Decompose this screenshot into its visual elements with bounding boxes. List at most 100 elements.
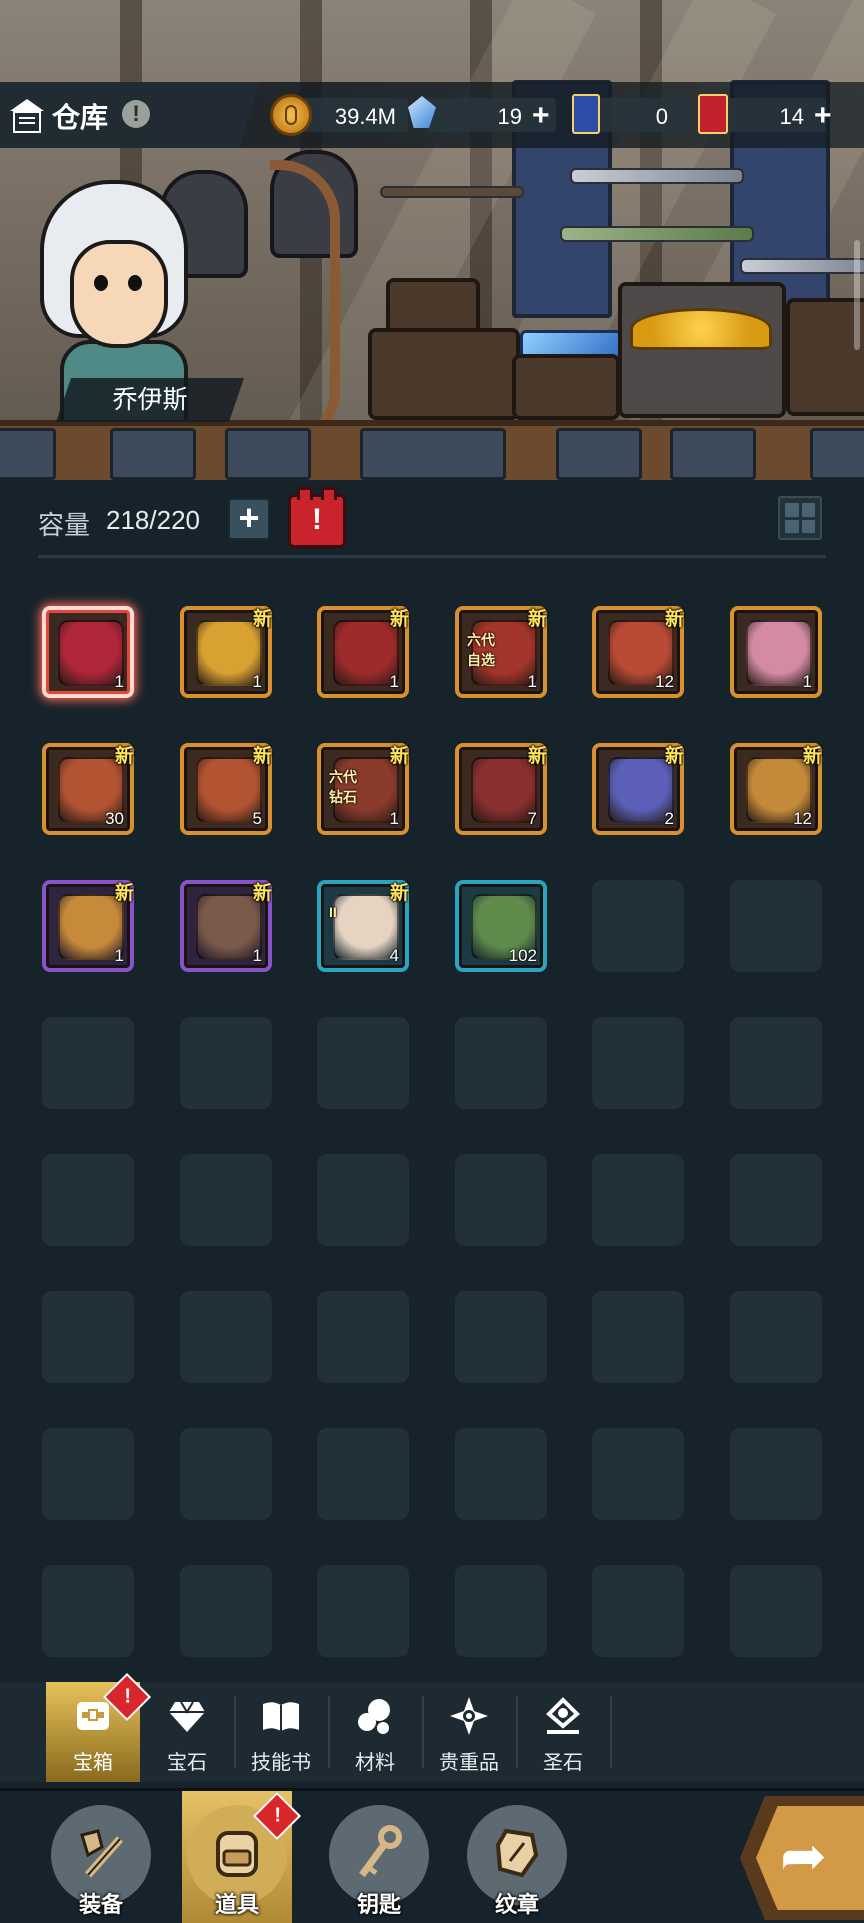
- tab-valuables[interactable]: 贵重品: [422, 1682, 516, 1782]
- inventory-item[interactable]: 新5: [180, 743, 272, 835]
- nav-emblems[interactable]: 纹章: [462, 1791, 572, 1923]
- item-count: 102: [508, 946, 537, 965]
- category-tabs: 宝箱 ! 宝石 技能书 材料 贵重品 圣石: [0, 1672, 864, 1782]
- item-count: 1: [114, 672, 124, 691]
- add-red-card-button[interactable]: +: [814, 99, 832, 133]
- tab-chest[interactable]: 宝箱 !: [46, 1672, 152, 1782]
- nav-label: 道具: [214, 1892, 259, 1917]
- shelf-block: [556, 428, 642, 480]
- emblem-icon: [495, 1828, 539, 1878]
- inventory-item[interactable]: 新7: [455, 743, 547, 835]
- new-item-badge: 新: [389, 609, 409, 630]
- shelf-block: [810, 428, 864, 480]
- go-forward-button[interactable]: ➦: [740, 1796, 864, 1920]
- empty-slot: [317, 1565, 409, 1657]
- inventory-item[interactable]: 1: [730, 606, 822, 698]
- empty-slot: [42, 1428, 134, 1520]
- red-card-resource: 14 +: [698, 94, 848, 136]
- nav-label: 钥匙: [356, 1892, 401, 1917]
- tab-skill-books[interactable]: 技能书: [234, 1682, 328, 1782]
- inventory-item[interactable]: 1: [42, 606, 134, 698]
- empty-slot: [730, 1565, 822, 1657]
- inventory-item[interactable]: 新2: [592, 743, 684, 835]
- blue-card-resource: 0: [572, 94, 690, 136]
- tab-label: 圣石: [543, 1752, 583, 1774]
- key-icon: [359, 1825, 402, 1878]
- item-count: 30: [105, 809, 124, 828]
- tab-label: 宝石: [167, 1752, 207, 1774]
- empty-slot: [730, 1428, 822, 1520]
- item-count: 2: [664, 809, 674, 828]
- item-count: 1: [802, 672, 812, 691]
- empty-slot: [592, 880, 684, 972]
- empty-slot: [42, 1017, 134, 1109]
- nav-label: 纹章: [494, 1892, 539, 1917]
- inventory-item[interactable]: 新 12: [592, 606, 684, 698]
- capacity-value: 218/220: [106, 505, 200, 535]
- empty-slot: [180, 1291, 272, 1383]
- empty-slot: [180, 1565, 272, 1657]
- inventory-item[interactable]: 102: [455, 880, 547, 972]
- item-count: 12: [793, 809, 812, 828]
- item-count: 1: [114, 946, 124, 965]
- new-item-badge: 新: [252, 609, 272, 630]
- new-item-badge: 新: [527, 746, 547, 767]
- empty-slot: [455, 1017, 547, 1109]
- empty-slot: [730, 1291, 822, 1383]
- capacity-warning-icon[interactable]: !: [288, 487, 346, 548]
- empty-slot: [455, 1154, 547, 1246]
- item-count: 5: [252, 809, 262, 828]
- bottom-nav: 装备 道具 ! 钥匙 纹章: [0, 1788, 864, 1923]
- info-alert-icon[interactable]: !: [122, 100, 150, 128]
- new-item-badge: 新: [527, 609, 547, 630]
- hero-name-label[interactable]: 乔伊斯: [56, 378, 244, 422]
- red-card-icon: [698, 94, 728, 134]
- sword-decoration: [740, 258, 864, 274]
- inventory-item[interactable]: 六代 自选 新 1: [455, 606, 547, 698]
- tab-label: 技能书: [251, 1752, 311, 1774]
- tab-holy-stones[interactable]: 圣石: [516, 1682, 610, 1782]
- tab-materials[interactable]: 材料: [328, 1682, 422, 1782]
- sword-decoration: [560, 226, 754, 242]
- empty-slot: [42, 1291, 134, 1383]
- add-crystal-button[interactable]: +: [532, 99, 550, 133]
- gold-pile: [630, 308, 772, 350]
- grid-view-button[interactable]: [778, 496, 822, 540]
- inventory-item[interactable]: 新1: [180, 606, 272, 698]
- backpack-icon: [216, 1831, 258, 1877]
- scroll-indicator: [854, 240, 860, 350]
- inventory-item[interactable]: 六代 钻石 新 1: [317, 743, 409, 835]
- nav-equipment[interactable]: 装备: [46, 1791, 156, 1923]
- empty-slot: [317, 1291, 409, 1383]
- inventory-item[interactable]: 新 30: [42, 743, 134, 835]
- empty-slot: [592, 1565, 684, 1657]
- tab-label: 材料: [355, 1752, 395, 1774]
- tab-gems[interactable]: 宝石: [140, 1682, 234, 1782]
- chest: [786, 298, 864, 416]
- empty-slot: [317, 1154, 409, 1246]
- empty-slot: [592, 1017, 684, 1109]
- inventory-item[interactable]: 新1: [317, 606, 409, 698]
- item-count: 7: [527, 809, 537, 828]
- inventory-item[interactable]: 新1: [180, 880, 272, 972]
- empty-slot: [592, 1154, 684, 1246]
- materials-icon: [358, 1699, 390, 1734]
- crystal-value: 19: [497, 104, 522, 129]
- empty-slot: [455, 1428, 547, 1520]
- item-tag-label: 六代 自选: [467, 632, 495, 668]
- tab-label: 宝箱: [73, 1752, 113, 1774]
- new-item-badge: 新: [664, 609, 684, 630]
- inventory-item[interactable]: 新 12: [730, 743, 822, 835]
- item-count: 4: [389, 946, 399, 965]
- sword-decoration: [570, 168, 744, 184]
- empty-slot: [455, 1565, 547, 1657]
- new-item-badge: 新: [252, 746, 272, 767]
- nav-keys[interactable]: 钥匙: [324, 1791, 434, 1923]
- empty-slot: [730, 880, 822, 972]
- chest: [368, 328, 520, 420]
- inventory-item[interactable]: II 新 4: [317, 880, 409, 972]
- nav-items[interactable]: 道具 !: [182, 1791, 302, 1923]
- expand-capacity-button[interactable]: +: [228, 498, 270, 540]
- crystal-resource: 19 +: [408, 94, 558, 136]
- inventory-item[interactable]: 新1: [42, 880, 134, 972]
